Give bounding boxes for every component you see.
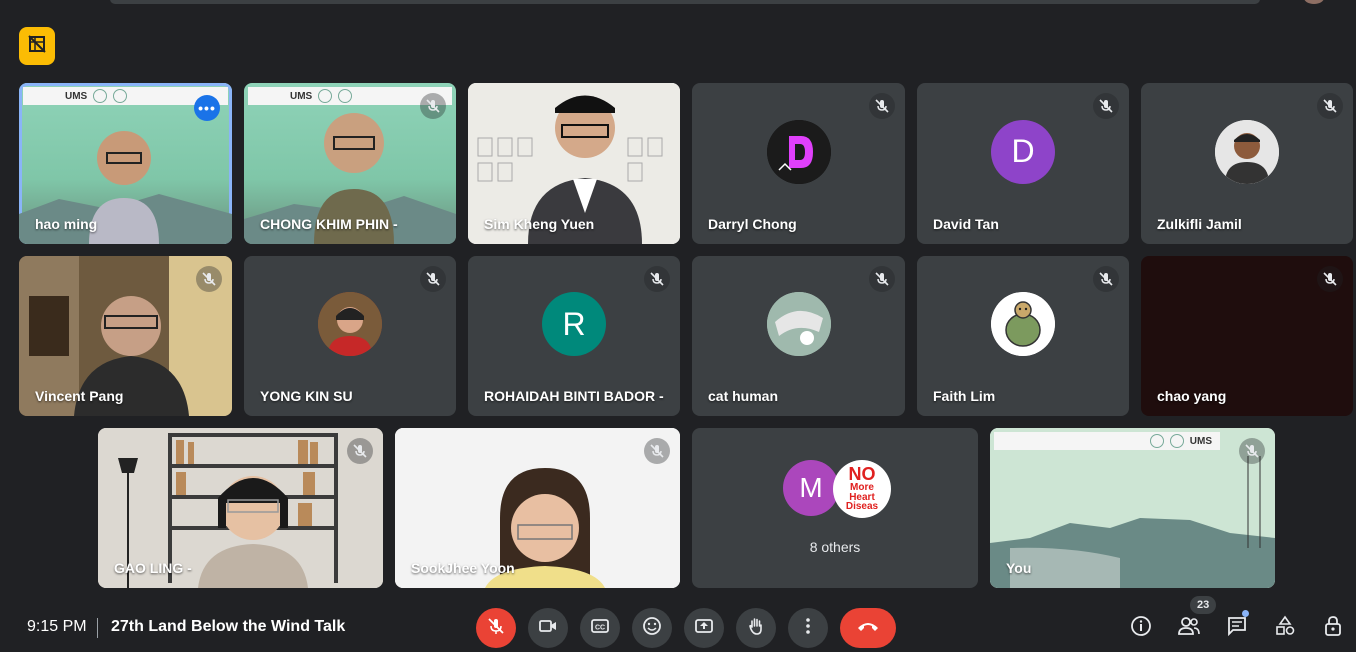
chat-button[interactable] [1223,614,1251,642]
host-controls-icon [1322,615,1344,642]
self-tile[interactable]: UMS You [990,428,1275,588]
avatar-photo [991,292,1055,356]
camera-icon [538,616,558,641]
others-tile[interactable]: M NO More Heart Diseas 8 others [692,428,978,588]
participant-tile[interactable]: Darryl Chong [692,83,905,244]
participant-name: GAO LING - [114,560,192,576]
divider [97,618,98,638]
participant-tile[interactable]: D David Tan [917,83,1129,244]
participant-tile[interactable]: Vincent Pang [19,256,232,416]
participant-name: Zulkifli Jamil [1157,216,1242,232]
participant-name: YONG KIN SU [260,388,353,404]
activities-icon [1274,615,1296,642]
mic-off-icon [644,266,670,292]
avatar-photo [766,292,831,356]
participant-name: You [1006,560,1032,576]
camera-toggle-button[interactable] [528,608,568,648]
avatar-photo [318,292,382,356]
avatar-badge: NO More Heart Diseas [833,460,891,518]
participant-name: David Tan [933,216,999,232]
participant-name: SookJhee Yoon [411,560,515,576]
captions-button[interactable]: CC [580,608,620,648]
reactions-button[interactable] [632,608,672,648]
mic-off-icon [347,438,373,464]
participant-count-badge: 23 [1190,596,1217,614]
participant-name: ROHAIDAH BINTI BADOR - [484,388,664,404]
avatar: R [542,292,606,356]
unread-indicator [1242,610,1249,617]
mic-off-icon [1093,93,1119,119]
participant-tile[interactable]: UMS ••• hao ming [19,83,232,244]
participant-name: Vincent Pang [35,388,124,404]
present-icon [694,616,714,641]
info-icon [1130,615,1152,642]
participant-tile[interactable]: cat human [692,256,905,416]
grid-off-icon [27,34,47,59]
others-count-label: 8 others [809,539,861,555]
captions-icon: CC [590,616,610,641]
chat-icon [1226,615,1248,642]
meeting-clock: 9:15 PM [27,618,87,635]
mic-off-icon [1239,438,1265,464]
mic-off-icon [1093,266,1119,292]
meeting-info-button[interactable] [1127,614,1155,642]
avatar: M [783,460,839,516]
end-call-button[interactable] [840,608,896,648]
participant-tile[interactable]: R ROHAIDAH BINTI BADOR - [468,256,680,416]
participant-tile[interactable]: UMS CHONG KHIM PHIN - [244,83,456,244]
more-options-dots[interactable]: ••• [194,95,220,121]
account-avatar[interactable] [1304,0,1324,4]
participant-name: hao ming [35,216,98,232]
person-video [89,131,159,244]
browser-top-bar [110,0,1260,4]
end-call-icon [856,619,880,638]
more-options-button[interactable] [788,608,828,648]
mic-off-icon [420,93,446,119]
participant-tile[interactable]: SookJhee Yoon [395,428,680,588]
avatar-photo [1215,119,1279,184]
more-options-icon [798,616,818,641]
mic-off-icon [644,438,670,464]
layout-badge[interactable] [19,27,55,65]
svg-text:CC: CC [595,624,605,631]
mic-off-icon [196,266,222,292]
avatar [766,119,831,184]
avatar: D [991,119,1055,184]
participant-name: cat human [708,388,779,404]
meeting-title: 27th Land Below the Wind Talk [111,618,346,635]
mic-off-icon [1317,266,1343,292]
raise-hand-button[interactable] [736,608,776,648]
participant-name: Sim Kheng Yuen [484,216,595,232]
participant-tile[interactable]: Sim Kheng Yuen [468,83,680,244]
participant-tile[interactable]: YONG KIN SU [244,256,456,416]
mic-toggle-button[interactable] [476,608,516,648]
mic-off-icon [1317,93,1343,119]
people-button[interactable] [1175,614,1203,642]
activities-button[interactable] [1271,614,1299,642]
participant-tile[interactable]: chao yang [1141,256,1353,416]
host-controls-button[interactable] [1319,614,1347,642]
control-bar: 9:15 PM 27th Land Below the Wind Talk CC… [0,596,1356,652]
people-icon [1177,615,1201,642]
participant-tile[interactable]: Faith Lim [917,256,1129,416]
mic-off-icon [869,266,895,292]
participant-name: Darryl Chong [708,216,797,232]
participant-tile[interactable]: Zulkifli Jamil [1141,83,1353,244]
event-banner: UMS [994,432,1220,450]
participant-name: Faith Lim [933,388,996,404]
raise-hand-icon [746,616,766,641]
present-button[interactable] [684,608,724,648]
video-background [990,428,1275,588]
participant-tile[interactable]: GAO LING - [98,428,383,588]
participant-name: CHONG KHIM PHIN - [260,216,398,232]
mic-off-icon [486,616,506,641]
emoji-icon [642,616,662,641]
participant-name: chao yang [1157,388,1227,404]
mic-off-icon [869,93,895,119]
mic-off-icon [420,266,446,292]
